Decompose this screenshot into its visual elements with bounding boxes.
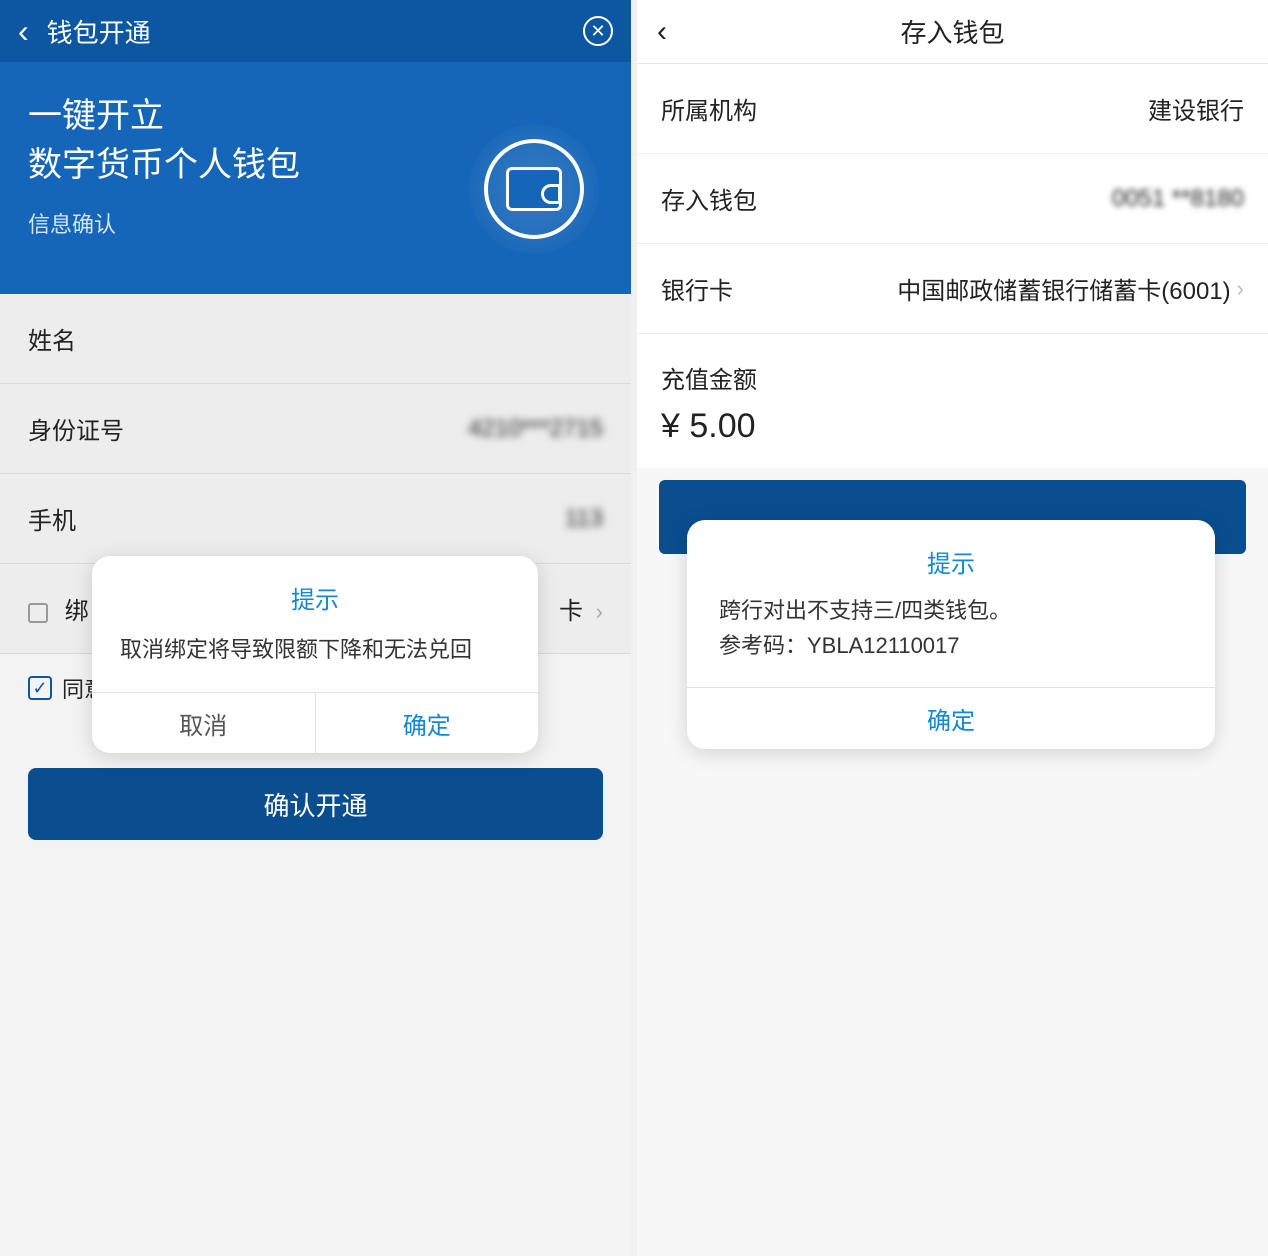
wallet-value: 0051 **8180 [1112,185,1244,213]
row-phone[interactable]: 手机 113 [0,474,631,564]
screen-wallet-open: ‹ 钱包开通 ✕ 一键开立 数字货币个人钱包 信息确认 姓名 身份证号 4210… [0,0,631,1256]
amount-value: ¥ 5.00 [637,407,1268,468]
hero-line1: 一键开立 [28,97,164,135]
bind-label: 绑 [28,591,89,626]
id-value: 4210***2715 [468,415,603,443]
row-deposit-wallet[interactable]: 存入钱包 0051 **8180 [637,154,1268,244]
row-bank-card[interactable]: 银行卡 中国邮政储蓄银行储蓄卡(6001) › [637,244,1268,334]
bind-checkbox-icon[interactable] [28,603,48,623]
hero-line2: 数字货币个人钱包 [28,146,300,184]
close-icon[interactable]: ✕ [583,16,613,46]
row-name[interactable]: 姓名 [0,294,631,384]
checkbox-checked-icon[interactable]: ✓ [28,676,52,700]
chevron-right-icon: › [1237,276,1244,302]
alert-dialog: 提示 取消绑定将导致限额下降和无法兑回 取消 确定 [92,556,538,753]
screen-deposit: ‹ 存入钱包 所属机构 建设银行 存入钱包 0051 **8180 银行卡 中国… [637,0,1268,1256]
dialog-title: 提示 [92,556,538,625]
id-label: 身份证号 [28,411,124,446]
header: ‹ 存入钱包 [637,0,1268,64]
header: ‹ 钱包开通 ✕ [0,0,631,62]
form: 所属机构 建设银行 存入钱包 0051 **8180 银行卡 中国邮政储蓄银行储… [637,64,1268,468]
row-id[interactable]: 身份证号 4210***2715 [0,384,631,474]
org-label: 所属机构 [661,91,757,126]
dialog-title: 提示 [687,520,1215,589]
dialog-line1: 跨行对出不支持三/四类钱包。 [719,593,1183,628]
back-icon[interactable]: ‹ [18,13,29,50]
dialog-cancel-button[interactable]: 取消 [92,693,316,753]
amount-label: 充值金额 [637,334,1268,407]
bind-value: 卡 › [559,591,603,626]
header-title: 钱包开通 [47,13,583,50]
alert-dialog: 提示 跨行对出不支持三/四类钱包。 参考码：YBLA12110017 确定 [687,520,1215,749]
dialog-ok-button[interactable]: 确定 [687,687,1215,749]
row-org[interactable]: 所属机构 建设银行 [637,64,1268,154]
wallet-label: 存入钱包 [661,181,757,216]
wallet-icon [506,167,562,211]
name-label: 姓名 [28,321,76,356]
org-value: 建设银行 [1148,91,1244,126]
card-value: 中国邮政储蓄银行储蓄卡(6001) [897,271,1230,306]
wallet-glow [469,124,599,254]
hero-banner: 一键开立 数字货币个人钱包 信息确认 [0,62,631,294]
dialog-line2: 参考码：YBLA12110017 [719,628,1183,663]
phone-label: 手机 [28,501,76,536]
dialog-body: 跨行对出不支持三/四类钱包。 参考码：YBLA12110017 [687,589,1215,687]
dialog-body: 取消绑定将导致限额下降和无法兑回 [92,625,538,692]
chevron-right-icon: › [596,599,603,624]
confirm-open-button[interactable]: 确认开通 [28,768,603,840]
phone-value: 113 [565,505,603,533]
dialog-ok-button[interactable]: 确定 [316,693,539,753]
card-label: 银行卡 [661,271,733,306]
header-title: 存入钱包 [657,13,1248,50]
